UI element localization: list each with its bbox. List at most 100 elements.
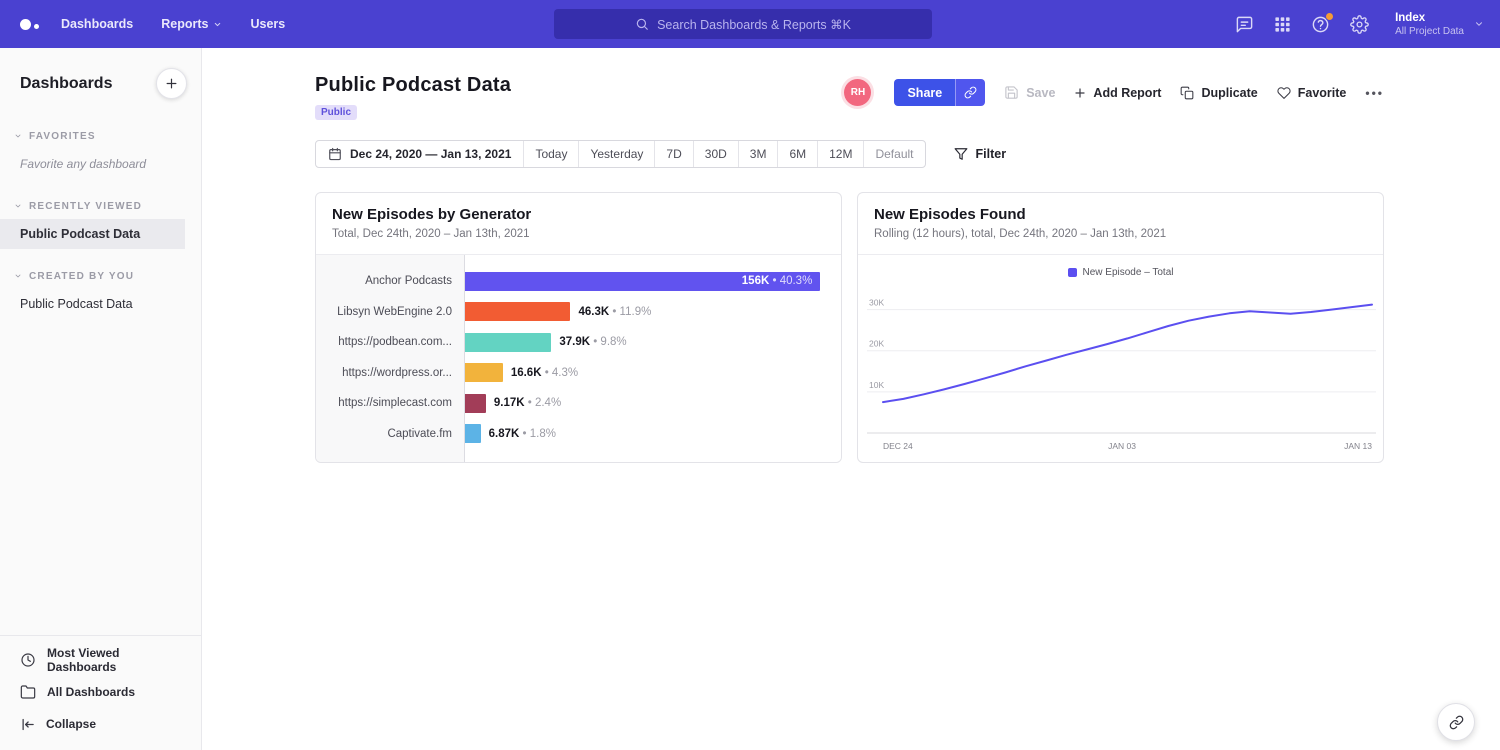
date-preset-default[interactable]: Default — [864, 141, 924, 167]
bar-value-label: 16.6K • 4.3% — [511, 367, 578, 379]
sidebar-item-public-podcast-data[interactable]: Public Podcast Data — [0, 219, 185, 249]
bar-row: Anchor Podcasts156K • 40.3% — [316, 266, 841, 297]
bar-row: https://podbean.com...37.9K • 9.8% — [316, 327, 841, 358]
sidebar-section-recently-viewed[interactable]: RECENTLY VIEWED — [0, 193, 201, 219]
copy-icon — [1180, 86, 1194, 100]
sidebar-footer-most-viewed-dashboards[interactable]: Most Viewed Dashboards — [0, 644, 201, 676]
project-name: Index — [1395, 12, 1464, 24]
bar-track: 9.17K • 2.4% — [465, 388, 841, 419]
bar-category-label: https://wordpress.or... — [316, 358, 465, 389]
avatar[interactable]: RH — [844, 79, 871, 106]
bar-track: 6.87K • 1.8% — [465, 419, 841, 450]
date-range-text: Dec 24, 2020 — Jan 13, 2021 — [350, 147, 511, 161]
logo-dot-small — [34, 24, 39, 29]
topbar: Dashboards Reports Users Search Dashboards… — [0, 0, 1500, 48]
chevron-down-icon — [213, 20, 222, 29]
settings-gear-icon[interactable] — [1350, 15, 1369, 34]
feedback-icon[interactable] — [1235, 15, 1254, 34]
sidebar-footer-all-dashboards[interactable]: All Dashboards — [0, 676, 201, 708]
svg-text:DEC 24: DEC 24 — [883, 441, 913, 451]
search-placeholder: Search Dashboards & Reports ⌘K — [657, 17, 851, 32]
bar[interactable]: 156K • 40.3% — [465, 272, 820, 291]
bar-value-label: 46.3K • 11.9% — [578, 306, 651, 318]
heart-icon — [1277, 86, 1291, 100]
svg-text:30K: 30K — [869, 298, 884, 308]
page-title: Public Podcast Data — [315, 74, 511, 97]
svg-text:JAN 13: JAN 13 — [1344, 441, 1372, 451]
sidebar-section-favorites[interactable]: FAVORITES — [0, 123, 201, 149]
legend-label: New Episode – Total — [1083, 267, 1174, 278]
duplicate-button[interactable]: Duplicate — [1180, 86, 1257, 100]
bar-track: 156K • 40.3% — [465, 266, 841, 297]
add-dashboard-button[interactable] — [156, 68, 187, 99]
bar-track: 16.6K • 4.3% — [465, 358, 841, 389]
bar-value-label: 156K • 40.3% — [742, 275, 821, 287]
visibility-badge: Public — [315, 105, 357, 120]
filter-button[interactable]: Filter — [954, 147, 1007, 161]
date-preset-12m[interactable]: 12M — [818, 141, 864, 167]
help-icon[interactable] — [1311, 15, 1330, 34]
favorite-button[interactable]: Favorite — [1277, 86, 1347, 100]
chevron-down-icon — [1474, 19, 1484, 29]
svg-text:JAN 03: JAN 03 — [1108, 441, 1136, 451]
line-chart-card: New Episodes Found Rolling (12 hours), t… — [857, 192, 1384, 463]
date-preset-30d[interactable]: 30D — [694, 141, 739, 167]
bar-category-label: https://simplecast.com — [316, 388, 465, 419]
bar-track: 37.9K • 9.8% — [465, 327, 841, 358]
legend-swatch — [1068, 268, 1077, 277]
calendar-icon — [328, 147, 342, 161]
bar-chart: Anchor Podcasts156K • 40.3%Libsyn WebEng… — [316, 255, 841, 463]
save-button[interactable]: Save — [1004, 85, 1055, 100]
sidebar-footer-collapse[interactable]: Collapse — [0, 708, 201, 740]
date-preset-3m[interactable]: 3M — [739, 141, 779, 167]
line-chart: New Episode – Total 10K20K30KDEC 24JAN 0… — [858, 255, 1383, 455]
more-options-button[interactable]: ••• — [1365, 86, 1384, 100]
sidebar-title: Dashboards — [20, 75, 112, 93]
date-preset-6m[interactable]: 6M — [778, 141, 818, 167]
date-range-picker[interactable]: Dec 24, 2020 — Jan 13, 2021 — [316, 141, 524, 167]
nav-dashboards[interactable]: Dashboards — [61, 17, 133, 31]
bar[interactable] — [465, 424, 481, 443]
sidebar-item-public-podcast-data[interactable]: Public Podcast Data — [0, 289, 201, 319]
global-search-input[interactable]: Search Dashboards & Reports ⌘K — [554, 9, 932, 39]
project-scope: All Project Data — [1395, 26, 1464, 37]
bar-value-label: 6.87K • 1.8% — [489, 428, 556, 440]
project-switcher[interactable]: Index All Project Data — [1395, 12, 1484, 37]
clock-icon — [20, 652, 36, 668]
bar[interactable] — [465, 394, 486, 413]
sidebar-item-favorite-any-dashboard[interactable]: Favorite any dashboard — [0, 149, 201, 179]
bar[interactable] — [465, 302, 570, 321]
add-report-button[interactable]: Add Report — [1074, 86, 1161, 100]
share-link-button[interactable] — [955, 79, 985, 106]
bar-chart-card: New Episodes by Generator Total, Dec 24t… — [315, 192, 842, 463]
sidebar-section-created-by-you[interactable]: CREATED BY YOU — [0, 263, 201, 289]
filter-funnel-icon — [954, 147, 968, 161]
nav-users[interactable]: Users — [250, 17, 285, 31]
bar-chart-subtitle: Total, Dec 24th, 2020 – Jan 13th, 2021 — [332, 228, 825, 240]
chart-legend: New Episode – Total — [858, 263, 1383, 281]
save-icon — [1004, 85, 1019, 100]
link-icon — [1449, 715, 1464, 730]
floating-link-button[interactable] — [1437, 703, 1475, 741]
bar-chart-title: New Episodes by Generator — [332, 206, 825, 223]
bar[interactable] — [465, 363, 503, 382]
share-split-button: Share — [894, 79, 985, 106]
app-logo[interactable] — [20, 19, 39, 30]
collapse-icon — [20, 717, 35, 732]
bar-category-label: Captivate.fm — [316, 419, 465, 450]
top-navigation: Dashboards Reports Users — [61, 17, 285, 31]
date-preset-7d[interactable]: 7D — [655, 141, 693, 167]
share-button[interactable]: Share — [894, 79, 955, 106]
nav-reports[interactable]: Reports — [161, 17, 222, 31]
date-preset-yesterday[interactable]: Yesterday — [579, 141, 655, 167]
apps-grid-icon[interactable] — [1274, 16, 1291, 33]
chevron-down-icon — [14, 132, 22, 140]
date-preset-today[interactable]: Today — [524, 141, 579, 167]
bar-row: Captivate.fm 6.87K • 1.8% — [316, 419, 841, 450]
folder-icon — [20, 684, 36, 700]
bar[interactable] — [465, 333, 551, 352]
chevron-down-icon — [14, 202, 22, 210]
bar-category-label: https://podbean.com... — [316, 327, 465, 358]
bar-category-label: Libsyn WebEngine 2.0 — [316, 297, 465, 328]
topbar-right: Index All Project Data — [1235, 12, 1484, 37]
